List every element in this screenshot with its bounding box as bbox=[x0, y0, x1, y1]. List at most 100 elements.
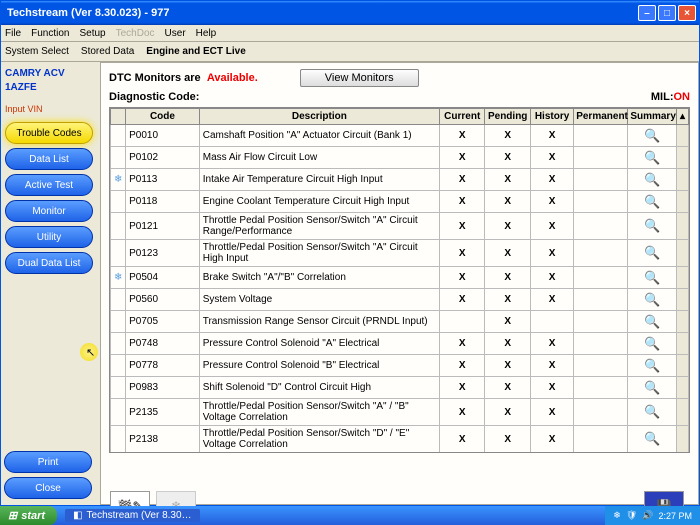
scrollbar-track[interactable] bbox=[677, 147, 689, 169]
table-row[interactable]: P0778Pressure Control Solenoid "B" Elect… bbox=[111, 355, 689, 377]
code-cell: P0102 bbox=[126, 147, 200, 169]
pending-cell: X bbox=[485, 289, 530, 311]
desc-cell: Pressure Control Solenoid "A" Electrical bbox=[199, 333, 439, 355]
scrollbar-track[interactable] bbox=[677, 169, 689, 191]
scrollbar-track[interactable] bbox=[677, 377, 689, 399]
magnify-icon[interactable]: 🔍 bbox=[628, 399, 677, 426]
magnify-icon[interactable]: 🔍 bbox=[628, 169, 677, 191]
col-current[interactable]: Current bbox=[440, 109, 485, 125]
pending-cell: X bbox=[485, 147, 530, 169]
row-flag-icon bbox=[111, 240, 126, 267]
table-row[interactable]: P0705Transmission Range Sensor Circuit (… bbox=[111, 311, 689, 333]
table-row[interactable]: P0983Shift Solenoid "D" Control Circuit … bbox=[111, 377, 689, 399]
sidebar-btn-print[interactable]: Print bbox=[4, 451, 92, 473]
magnify-icon[interactable]: 🔍 bbox=[628, 377, 677, 399]
scrollbar-track[interactable] bbox=[677, 289, 689, 311]
permanent-cell bbox=[574, 213, 628, 240]
menubar: File Function Setup TechDoc User Help bbox=[1, 25, 699, 42]
table-row[interactable]: P0560System VoltageXXX🔍 bbox=[111, 289, 689, 311]
menu-help[interactable]: Help bbox=[196, 28, 217, 39]
scrollbar-track[interactable] bbox=[677, 333, 689, 355]
pending-cell: X bbox=[485, 267, 530, 289]
col-code[interactable]: Code bbox=[126, 109, 200, 125]
menu-function[interactable]: Function bbox=[31, 28, 69, 39]
sidebar-btn-data-list[interactable]: Data List bbox=[5, 148, 93, 170]
minimize-button[interactable]: – bbox=[638, 5, 656, 21]
desc-cell: Transmission Range Sensor Circuit (PRNDL… bbox=[199, 311, 439, 333]
magnify-icon[interactable]: 🔍 bbox=[628, 191, 677, 213]
magnify-icon[interactable]: 🔍 bbox=[628, 267, 677, 289]
scroll-up[interactable]: ▴ bbox=[677, 109, 689, 125]
magnify-icon[interactable]: 🔍 bbox=[628, 240, 677, 267]
magnify-icon[interactable]: 🔍 bbox=[628, 213, 677, 240]
magnify-icon[interactable]: 🔍 bbox=[628, 289, 677, 311]
col-permanent[interactable]: Permanent bbox=[574, 109, 628, 125]
menu-setup[interactable]: Setup bbox=[79, 28, 105, 39]
table-row[interactable]: P0102Mass Air Flow Circuit LowXXX🔍 bbox=[111, 147, 689, 169]
sidebar-btn-dual-data-list[interactable]: Dual Data List bbox=[5, 252, 93, 274]
menu-file[interactable]: File bbox=[5, 28, 21, 39]
tab-engine-ect-live[interactable]: Engine and ECT Live bbox=[146, 46, 245, 57]
start-button[interactable]: ⊞start bbox=[0, 506, 57, 525]
row-flag-icon bbox=[111, 355, 126, 377]
row-flag-icon bbox=[111, 147, 126, 169]
magnify-icon[interactable]: 🔍 bbox=[628, 355, 677, 377]
table-row[interactable]: P2138Throttle/Pedal Position Sensor/Swit… bbox=[111, 426, 689, 453]
history-cell: X bbox=[530, 191, 573, 213]
table-row[interactable]: P2135Throttle/Pedal Position Sensor/Swit… bbox=[111, 399, 689, 426]
col-summary[interactable]: Summary bbox=[628, 109, 677, 125]
table-row[interactable]: P0123Throttle/Pedal Position Sensor/Swit… bbox=[111, 240, 689, 267]
code-cell: P0010 bbox=[126, 125, 200, 147]
sidebar-btn-trouble-codes[interactable]: Trouble Codes bbox=[5, 122, 93, 144]
sidebar-btn-active-test[interactable]: Active Test bbox=[5, 174, 93, 196]
magnify-icon[interactable]: 🔍 bbox=[628, 426, 677, 453]
magnify-icon[interactable]: 🔍 bbox=[628, 147, 677, 169]
table-row[interactable]: P0118Engine Coolant Temperature Circuit … bbox=[111, 191, 689, 213]
input-vin-link[interactable]: Input VIN bbox=[5, 104, 96, 114]
col-description[interactable]: Description bbox=[199, 109, 439, 125]
col-pending[interactable]: Pending bbox=[485, 109, 530, 125]
menu-user[interactable]: User bbox=[165, 28, 186, 39]
col-icon[interactable] bbox=[111, 109, 126, 125]
col-history[interactable]: History bbox=[530, 109, 573, 125]
scrollbar-track[interactable] bbox=[677, 125, 689, 147]
table-row[interactable]: ❄P0504Brake Switch "A"/"B" CorrelationXX… bbox=[111, 267, 689, 289]
table-row[interactable]: ❄P0113Intake Air Temperature Circuit Hig… bbox=[111, 169, 689, 191]
toolbar: System Select Stored Data Engine and ECT… bbox=[1, 42, 699, 62]
scrollbar-track[interactable] bbox=[677, 426, 689, 453]
history-cell: X bbox=[530, 267, 573, 289]
table-row[interactable]: P0121Throttle Pedal Position Sensor/Swit… bbox=[111, 213, 689, 240]
table-row[interactable]: P0748Pressure Control Solenoid "A" Elect… bbox=[111, 333, 689, 355]
desc-cell: Intake Air Temperature Circuit High Inpu… bbox=[199, 169, 439, 191]
clock: 2:27 PM bbox=[658, 511, 692, 521]
scrollbar-track[interactable] bbox=[677, 267, 689, 289]
tab-system-select[interactable]: System Select bbox=[5, 46, 69, 57]
scrollbar-track[interactable] bbox=[677, 355, 689, 377]
close-button[interactable]: × bbox=[678, 5, 696, 21]
taskbar-item[interactable]: ◧Techstream (Ver 8.30… bbox=[65, 509, 200, 522]
sidebar-btn-monitor[interactable]: Monitor bbox=[5, 200, 93, 222]
table-row[interactable]: P0010Camshaft Position "A" Actuator Circ… bbox=[111, 125, 689, 147]
system-tray[interactable]: ❄🛡🔊 2:27 PM bbox=[605, 506, 700, 525]
maximize-button[interactable]: □ bbox=[658, 5, 676, 21]
current-cell: X bbox=[440, 399, 485, 426]
scrollbar-track[interactable] bbox=[677, 191, 689, 213]
magnify-icon[interactable]: 🔍 bbox=[628, 125, 677, 147]
code-cell: P0504 bbox=[126, 267, 200, 289]
row-flag-icon bbox=[111, 311, 126, 333]
tab-stored-data[interactable]: Stored Data bbox=[81, 46, 134, 57]
magnify-icon[interactable]: 🔍 bbox=[628, 333, 677, 355]
desc-cell: Throttle/Pedal Position Sensor/Switch "D… bbox=[199, 426, 439, 453]
view-monitors-button[interactable]: View Monitors bbox=[300, 69, 419, 87]
code-cell: P0121 bbox=[126, 213, 200, 240]
scrollbar-track[interactable] bbox=[677, 240, 689, 267]
scrollbar-track[interactable] bbox=[677, 213, 689, 240]
scrollbar-track[interactable] bbox=[677, 399, 689, 426]
current-cell: X bbox=[440, 169, 485, 191]
row-flag-icon bbox=[111, 213, 126, 240]
sidebar-btn-close[interactable]: Close bbox=[4, 477, 92, 499]
sidebar-btn-utility[interactable]: Utility bbox=[5, 226, 93, 248]
scrollbar-track[interactable] bbox=[677, 311, 689, 333]
magnify-icon[interactable]: 🔍 bbox=[628, 311, 677, 333]
history-cell: X bbox=[530, 147, 573, 169]
